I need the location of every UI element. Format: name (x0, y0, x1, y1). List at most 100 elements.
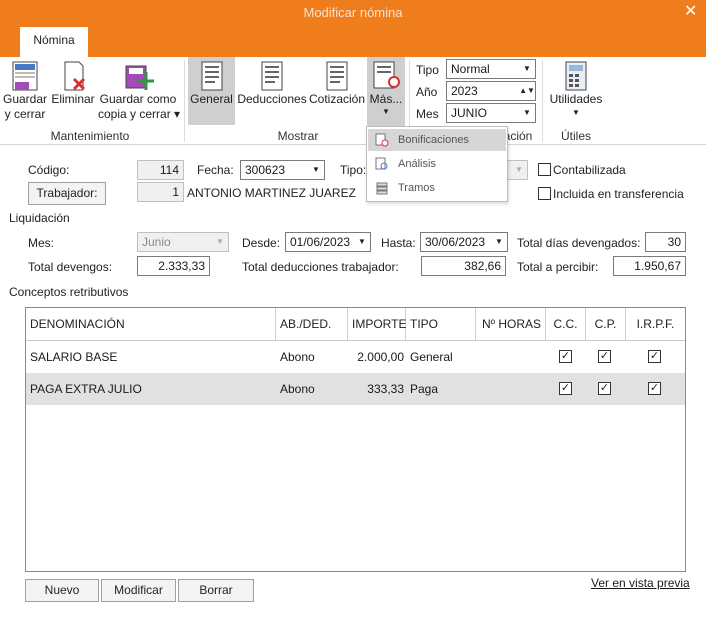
mes-value: JUNIO (451, 106, 487, 120)
irpf-checkbox[interactable]: ✓ (648, 382, 661, 395)
cell-tipo: General (410, 350, 453, 364)
codigo-label: Código: (28, 163, 70, 177)
group-mantenimiento: Mantenimiento (50, 129, 130, 143)
conceptos-table: DENOMINACIÓN AB./DED. IMPORTE TIPO Nº HO… (25, 307, 686, 572)
form-icon (201, 61, 222, 91)
chevron-down-icon: ▼ (216, 237, 224, 246)
col-irpf[interactable]: I.R.P.F. (626, 308, 685, 340)
award-icon (375, 133, 389, 147)
nuevo-button[interactable]: Nuevo (25, 579, 99, 602)
total-percibir-label: Total a percibir: (517, 260, 599, 274)
tipo-form-select[interactable]: ▼ (506, 160, 528, 180)
chevron-down-icon: ▼ (523, 64, 531, 73)
desde-value: 01/06/2023 (290, 235, 351, 249)
group-mostrar: Mostrar (277, 129, 319, 143)
stack-icon (376, 182, 388, 195)
cotizacion-button[interactable]: Cotización (308, 60, 366, 107)
borrar-button[interactable]: Borrar (178, 579, 254, 602)
total-deducciones-field[interactable]: 382,66 (421, 256, 506, 276)
tipo-value: Normal (451, 62, 490, 76)
cc-checkbox[interactable]: ✓ (559, 350, 572, 363)
irpf-checkbox[interactable]: ✓ (648, 350, 661, 363)
tipo-label: Tipo (416, 63, 439, 77)
eliminar-button[interactable]: Eliminar (50, 60, 96, 107)
general-label: General (190, 92, 233, 106)
cotizacion-label: Cotización (308, 92, 366, 106)
close-icon[interactable]: ✕ (684, 1, 697, 21)
incluida-label: Incluida en transferencia (553, 187, 684, 201)
mas-dropdown-menu: Bonificaciones Análisis Tramos (366, 126, 508, 202)
total-devengos-label: Total devengos: (28, 260, 113, 274)
col-horas[interactable]: Nº HORAS (476, 308, 546, 340)
col-denominacion[interactable]: DENOMINACIÓN (26, 308, 276, 340)
trabajador-name: ANTONIO MARTINEZ JUAREZ (187, 186, 356, 200)
general-button[interactable]: General (188, 57, 235, 125)
deducciones-button[interactable]: Deducciones (237, 60, 307, 107)
chevron-down-icon: ▼ (382, 107, 390, 116)
col-cp[interactable]: C.P. (586, 308, 626, 340)
cp-checkbox[interactable]: ✓ (598, 382, 611, 395)
cell-tipo: Paga (410, 382, 439, 396)
mes-form-value: Junio (142, 235, 171, 249)
contabilizada-label: Contabilizada (553, 163, 626, 177)
cc-checkbox[interactable]: ✓ (559, 382, 572, 395)
guardar-copia-button[interactable]: Guardar como copia y cerrar ▾ (98, 60, 180, 122)
anio-spinner[interactable]: 2023 ▲▼ (446, 81, 536, 101)
liquidacion-heading: Liquidación (9, 211, 70, 225)
incluida-checkbox[interactable] (538, 187, 551, 200)
total-dias-label: Total días devengados: (517, 236, 641, 250)
spin-icon: ▲▼ (519, 86, 535, 95)
conceptos-heading: Conceptos retributivos (9, 285, 129, 299)
col-cc[interactable]: C.C. (546, 308, 586, 340)
anio-label: Año (416, 85, 438, 99)
cp-checkbox[interactable]: ✓ (598, 350, 611, 363)
cell-importe: 2.000,00 (357, 350, 404, 364)
utilidades-label: Utilidades (549, 92, 603, 106)
cell-importe: 333,33 (367, 382, 404, 396)
total-dias-field[interactable]: 30 (645, 232, 686, 252)
total-percibir-field[interactable]: 1.950,67 (613, 256, 686, 276)
chevron-down-icon: ▼ (572, 108, 580, 117)
window-title: Modificar nómina (303, 5, 403, 20)
guardar-button[interactable]: Guardar y cerrar (2, 60, 48, 122)
cell-denominacion: PAGA EXTRA JULIO (30, 382, 142, 396)
total-devengos-field[interactable]: 2.333,33 (137, 256, 210, 276)
tab-nomina[interactable]: Nómina (20, 27, 88, 57)
total-deducciones-label: Total deducciones trabajador: (242, 260, 399, 274)
form-icon (326, 61, 348, 91)
group-utiles: Útiles (560, 129, 591, 143)
desde-field[interactable]: 01/06/2023 ▼ (285, 232, 371, 252)
mes-form-label: Mes: (28, 236, 55, 250)
form-icon (261, 61, 283, 91)
table-row[interactable]: PAGA EXTRA JULIO Abono 333,33 Paga ✓ ✓ ✓ (26, 373, 685, 405)
codigo-field[interactable]: 114 (137, 160, 184, 180)
col-tipo[interactable]: TIPO (406, 308, 476, 340)
fecha-field[interactable]: 300623 ▼ (240, 160, 325, 180)
chevron-down-icon: ▼ (358, 237, 366, 246)
hasta-value: 30/06/2023 (425, 235, 486, 249)
eliminar-label: Eliminar (51, 92, 95, 106)
mes-form-select[interactable]: Junio ▼ (137, 232, 229, 252)
chevron-down-icon: ▼ (515, 165, 523, 174)
calculator-icon (565, 61, 587, 91)
mas-label: Más... (369, 92, 403, 106)
mas-button[interactable]: Más... ▼ (367, 57, 405, 126)
col-importe[interactable]: IMPORTE (348, 308, 406, 340)
trabajador-button[interactable]: Trabajador: (28, 182, 106, 205)
col-ab-ded[interactable]: AB./DED. (276, 308, 348, 340)
hasta-label: Hasta: (381, 236, 416, 250)
utilidades-button[interactable]: Utilidades ▼ (546, 60, 606, 119)
desde-label: Desde: (242, 236, 281, 250)
cell-ab: Abono (280, 350, 315, 364)
form-award-icon (373, 61, 400, 89)
modificar-button[interactable]: Modificar (101, 579, 176, 602)
vista-previa-link[interactable]: Ver en vista previa (591, 576, 690, 590)
chevron-down-icon: ▼ (495, 237, 503, 246)
trabajador-id-field[interactable]: 1 (137, 182, 184, 202)
table-row[interactable]: SALARIO BASE Abono 2.000,00 General ✓ ✓ … (26, 341, 685, 373)
tipo-select[interactable]: Normal ▼ (446, 59, 536, 79)
contabilizada-checkbox[interactable] (538, 163, 551, 176)
hasta-field[interactable]: 30/06/2023 ▼ (420, 232, 508, 252)
mes-select[interactable]: JUNIO ▼ (446, 103, 536, 123)
anio-value: 2023 (451, 84, 478, 98)
